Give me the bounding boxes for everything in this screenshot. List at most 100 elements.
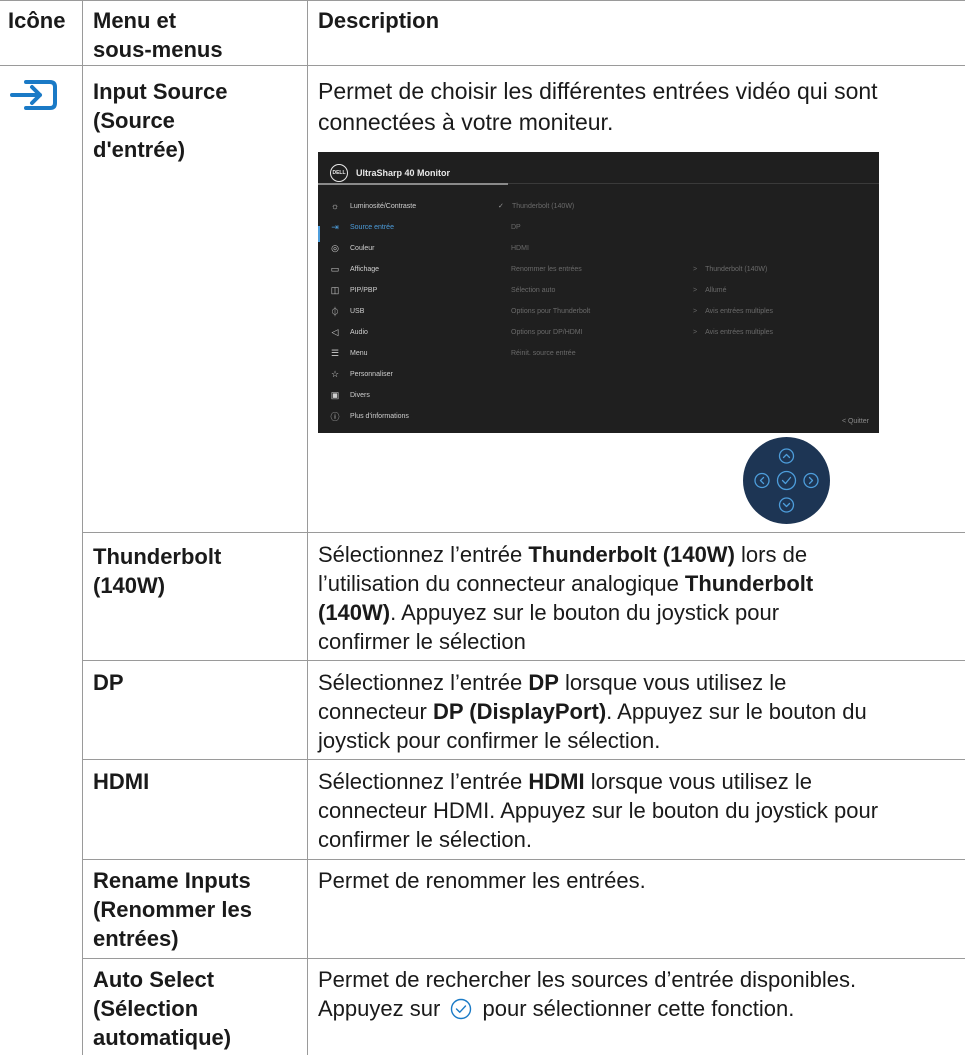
osd-title-divider-active [318,183,508,185]
osd-menu-label: Divers [350,391,370,399]
text: Appuyez sur [318,996,447,1021]
osd-menu-item-color[interactable]: ◎ Couleur [330,242,375,254]
osd-sub-rename[interactable]: Renommer les entrées [511,263,582,275]
others-icon: ▣ [330,389,340,400]
osd-value-dp-options: > Avis entrées multiples [693,326,773,338]
osd-selection-marker [318,226,320,242]
osd-menu-item-display[interactable]: ▭ Affichage [330,263,379,275]
header-menu-line2: sous-menus [93,37,223,62]
osd-menu-item-info[interactable]: ⓘ Plus d'informations [330,410,408,422]
text-bold: Thunderbolt [684,571,814,596]
joystick-icon [743,437,830,524]
osd-menu-label: Personnaliser [350,370,393,378]
osd-value-label: Avis entrées multiples [705,307,774,315]
desc-dp-l2: connecteur DP (DisplayPort). Appuyez sur… [318,697,958,726]
check-circle-icon [451,998,472,1019]
menu-thunderbolt-l1: Thunderbolt [93,544,222,569]
osd-sub-dp[interactable]: DP [511,221,521,233]
osd-value-auto: > Allumé [693,284,727,296]
osd-sub-dp-options[interactable]: Options pour DP/HDMI [511,326,583,338]
osd-menu-label: USB [350,307,365,315]
desc-thunderbolt-l3: (140W). Appuyez sur le bouton du joystic… [318,598,958,627]
osd-title-bar: DELL UltraSharp 40 Monitor [330,164,450,182]
menu-input-source-l1: Input Source [93,79,228,104]
desc-dp-l1: Sélectionnez l’entrée DP lorsque vous ut… [318,668,958,697]
osd-menu-item-pip[interactable]: ◫ PIP/PBP [330,284,378,296]
header-menu-line1: Menu et [93,8,177,33]
menu-thunderbolt-l2: (140W) [93,573,166,598]
desc-thunderbolt-l4: confirmer le sélection [318,629,526,654]
chevron-right-icon: > [693,328,698,336]
osd-quit-label: Quitter [847,418,869,425]
desc-hdmi-l2: connecteur HDMI. Appuyez sur le bouton d… [318,798,879,823]
info-icon: ⓘ [330,411,340,422]
input-source-icon: ⇥ [331,221,339,232]
row-rule-rename [82,859,965,860]
osd-sub-auto[interactable]: Sélection auto [511,284,555,296]
pip-icon: ◫ [330,284,340,295]
text-bold: DP (DisplayPort) [432,699,607,724]
osd-menu-label: Couleur [350,244,375,252]
menu-input-source-l2: (Source [93,108,175,133]
menu-rename-l2: (Renommer les [93,897,252,922]
header-icon: Icône [8,8,66,33]
osd-menu-item-audio[interactable]: ◁ Audio [330,326,368,338]
osd-menu-item-usb[interactable]: ⏀ USB [330,305,364,317]
text: l’utilisation du connecteur analogique [318,571,685,596]
row-rule-auto [82,958,965,959]
text-bold: Thunderbolt (140W) [528,542,735,567]
osd-sub-thunderbolt[interactable]: ✓ Thunderbolt (140W) [498,200,574,212]
check-icon: ✓ [498,203,504,210]
table-top-rule [0,0,965,1]
text: lors de [734,542,808,567]
osd-quit-button[interactable]: < Quitter [842,418,869,425]
osd-menu-label: Luminosité/Contraste [350,202,417,210]
desc-thunderbolt-l1: Sélectionnez l’entrée Thunderbolt (140W)… [318,540,958,569]
desc-hdmi-l1: Sélectionnez l’entrée HDMI lorsque vous … [318,767,958,796]
osd-sub-hdmi[interactable]: HDMI [511,242,529,254]
osd-sub-tb-options[interactable]: Options pour Thunderbolt [511,305,590,317]
osd-menu-label: Affichage [350,265,380,273]
palette-icon: ◎ [331,242,339,253]
text-bold: DP [528,670,559,695]
osd-menu-label: Audio [350,328,368,336]
row-rule-thunderbolt [82,532,965,533]
usb-icon: ⏀ [330,306,340,317]
desc-input-source-l1: Permet de choisir les différentes entrée… [318,78,878,104]
desc-input-source-l2: connectées à votre moniteur. [318,109,614,135]
osd-menu-item-personalize[interactable]: ☆ Personnaliser [330,368,393,380]
dell-logo: DELL [330,164,348,182]
osd-menu-label: Source entrée [350,223,394,231]
desc-auto-l1: Permet de rechercher les sources d’entré… [318,967,857,992]
osd-menu-item-input-source[interactable]: ⇥ Source entrée [330,221,394,233]
osd-value-tb-options: > Avis entrées multiples [693,305,773,317]
text: Sélectionnez l’entrée [318,542,529,567]
osd-menu-item-menu[interactable]: ☰ Menu [330,347,368,359]
osd-sub-label: DP [511,223,521,231]
text: connecteur [318,699,433,724]
chevron-right-icon: > [693,265,698,273]
star-icon: ☆ [330,368,340,379]
text: lorsque vous utilisez le [584,769,813,794]
osd-sub-reset[interactable]: Réinit. source entrée [511,347,576,359]
menu-auto-l2: (Sélection [93,996,199,1021]
menu-dp: DP [93,670,124,695]
brightness-icon: ☼ [330,201,340,211]
osd-menu-item-brightness[interactable]: ☼ Luminosité/Contraste [330,200,416,212]
osd-menu-item-others[interactable]: ▣ Divers [330,389,370,401]
osd-sub-label: Thunderbolt (140W) [512,202,575,210]
osd-screenshot: DELL UltraSharp 40 Monitor ☼ Luminosité/C… [318,152,879,433]
row-rule-hdmi [82,759,965,760]
header-bottom-rule [0,65,965,66]
osd-sub-label: Réinit. source entrée [511,349,576,357]
osd-value-rename: > Thunderbolt (140W) [693,263,767,275]
menu-rename-l3: entrées) [93,926,179,951]
menu-hdmi: HDMI [93,769,150,794]
chevron-right-icon: > [693,307,698,315]
menu-icon: ☰ [330,347,340,358]
display-icon: ▭ [330,263,340,274]
osd-sub-label: Sélection auto [511,286,556,294]
osd-sub-label: Renommer les entrées [511,265,582,273]
chevron-right-icon: > [693,286,698,294]
text: . Appuyez sur le bouton du [606,699,867,724]
